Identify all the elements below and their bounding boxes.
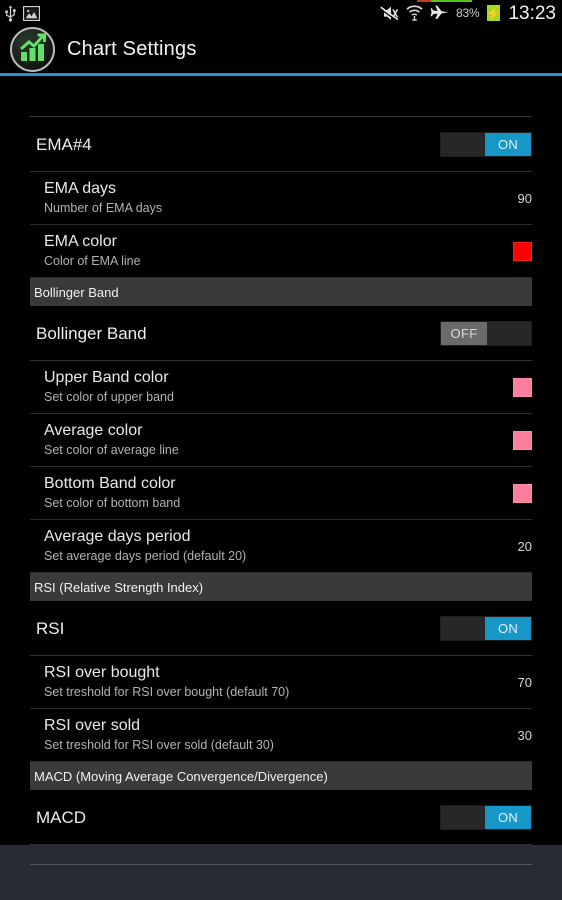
switch-macd[interactable]: ON — [440, 805, 532, 830]
pref-summary: Set color of bottom band — [44, 496, 181, 510]
pref-summary: Set color of upper band — [44, 390, 174, 404]
pref-summary: Number of EMA days — [44, 201, 163, 215]
pref-summary: Set treshold for RSI over sold (default … — [44, 738, 274, 752]
pref-row-upper-band-color[interactable]: Upper Band color Set color of upper band — [0, 361, 562, 414]
pref-title: EMA color — [44, 233, 117, 250]
pref-value: 90 — [517, 190, 532, 206]
section-header-bollinger-band: Bollinger Band — [30, 278, 532, 306]
pref-title: Upper Band color — [44, 369, 169, 386]
pref-texts: Bottom Band color Set color of bottom ba… — [44, 474, 503, 512]
color-swatch[interactable] — [513, 377, 532, 397]
switch-thumb-label: ON — [485, 617, 531, 640]
pref-summary: Set treshold for RSI over bought (defaul… — [44, 685, 290, 699]
pref-row-average-days-period[interactable]: Average days period Set average days per… — [0, 520, 562, 573]
clock-label: 13:23 — [508, 2, 556, 24]
airplane-mode-icon — [430, 5, 449, 22]
section-header-rsi: RSI (Relative Strength Index) — [30, 573, 532, 601]
pref-row-rsi-over-bought[interactable]: RSI over bought Set treshold for RSI ove… — [0, 656, 562, 709]
pref-row-ema-color[interactable]: EMA color Color of EMA line — [0, 225, 562, 278]
pref-row-macd[interactable]: MACD ON — [0, 790, 562, 845]
pref-row-ema4[interactable]: EMA#4 ON — [0, 117, 562, 172]
status-bar-left-icons — [4, 5, 40, 22]
battery-charging-icon: ⚡ — [485, 4, 503, 22]
pref-value: 70 — [517, 674, 532, 690]
switch-ema4[interactable]: ON — [440, 132, 532, 157]
status-bar: 83% ⚡ 13:23 — [0, 0, 562, 26]
screenshot-image-icon — [23, 5, 40, 21]
pref-value: 30 — [517, 727, 532, 743]
section-header-macd: MACD (Moving Average Convergence/Diverge… — [30, 762, 532, 790]
pref-row-rsi[interactable]: RSI ON — [0, 601, 562, 656]
pref-label: Bollinger Band — [36, 323, 147, 343]
chart-app-icon[interactable] — [10, 27, 55, 72]
pref-summary: Set color of average line — [44, 443, 179, 457]
action-bar: Chart Settings — [0, 26, 562, 73]
preference-list: EMA#4 ON EMA days Number of EMA days 90 … — [0, 76, 562, 845]
pref-summary: Set average days period (default 20) — [44, 549, 247, 563]
pref-texts: Average color Set color of average line — [44, 421, 503, 459]
notification-tick-red — [417, 0, 431, 2]
switch-thumb-label: ON — [485, 133, 531, 156]
pref-texts: RSI over bought Set treshold for RSI ove… — [44, 663, 508, 701]
pref-row-bottom-band-color[interactable]: Bottom Band color Set color of bottom ba… — [0, 467, 562, 520]
battery-percent-label: 83% — [456, 6, 480, 20]
pref-texts: EMA days Number of EMA days — [44, 179, 508, 217]
color-swatch[interactable] — [513, 483, 532, 503]
pref-texts: EMA color Color of EMA line — [44, 232, 503, 270]
pref-texts: RSI over sold Set treshold for RSI over … — [44, 716, 508, 754]
switch-rsi[interactable]: ON — [440, 616, 532, 641]
pref-title: Average days period — [44, 528, 191, 545]
pref-value: 20 — [517, 538, 532, 554]
page-title: Chart Settings — [67, 38, 197, 60]
pref-row-bollinger-band[interactable]: Bollinger Band OFF — [0, 306, 562, 361]
pref-title: RSI over bought — [44, 664, 160, 681]
bottom-spacer — [0, 885, 562, 900]
wifi-icon — [406, 5, 423, 21]
pref-row-ema-days[interactable]: EMA days Number of EMA days 90 — [0, 172, 562, 225]
color-swatch[interactable] — [513, 241, 532, 261]
switch-thumb-label: OFF — [441, 322, 487, 345]
pref-title: EMA days — [44, 180, 117, 197]
pref-title: Bottom Band color — [44, 475, 176, 492]
usb-icon — [4, 5, 17, 22]
pref-label: MACD — [36, 807, 87, 827]
status-bar-right-icons: 83% ⚡ 13:23 — [380, 4, 556, 23]
section-header-label: MACD (Moving Average Convergence/Diverge… — [34, 768, 328, 784]
pref-title: Average color — [44, 422, 143, 439]
list-bottom-divider — [0, 845, 562, 885]
pref-summary: Color of EMA line — [44, 254, 141, 268]
settings-screen: 83% ⚡ 13:23 Chart Settings EMA#4 ON EMA … — [0, 0, 562, 900]
section-header-label: Bollinger Band — [34, 284, 119, 300]
pref-texts: Average days period Set average days per… — [44, 527, 508, 565]
switch-bollinger-band[interactable]: OFF — [440, 321, 532, 346]
pref-row-average-color[interactable]: Average color Set color of average line — [0, 414, 562, 467]
color-swatch[interactable] — [513, 430, 532, 450]
switch-thumb-label: ON — [485, 806, 531, 829]
ringer-silent-icon — [380, 5, 399, 22]
pref-row-rsi-over-sold[interactable]: RSI over sold Set treshold for RSI over … — [0, 709, 562, 762]
pref-texts: Upper Band color Set color of upper band — [44, 368, 503, 406]
pref-label: RSI — [36, 618, 65, 638]
notification-tick-green — [431, 0, 472, 2]
section-header-label: RSI (Relative Strength Index) — [34, 579, 204, 595]
list-top-spacer — [0, 76, 562, 117]
pref-title: RSI over sold — [44, 717, 141, 734]
pref-label: EMA#4 — [36, 134, 92, 154]
